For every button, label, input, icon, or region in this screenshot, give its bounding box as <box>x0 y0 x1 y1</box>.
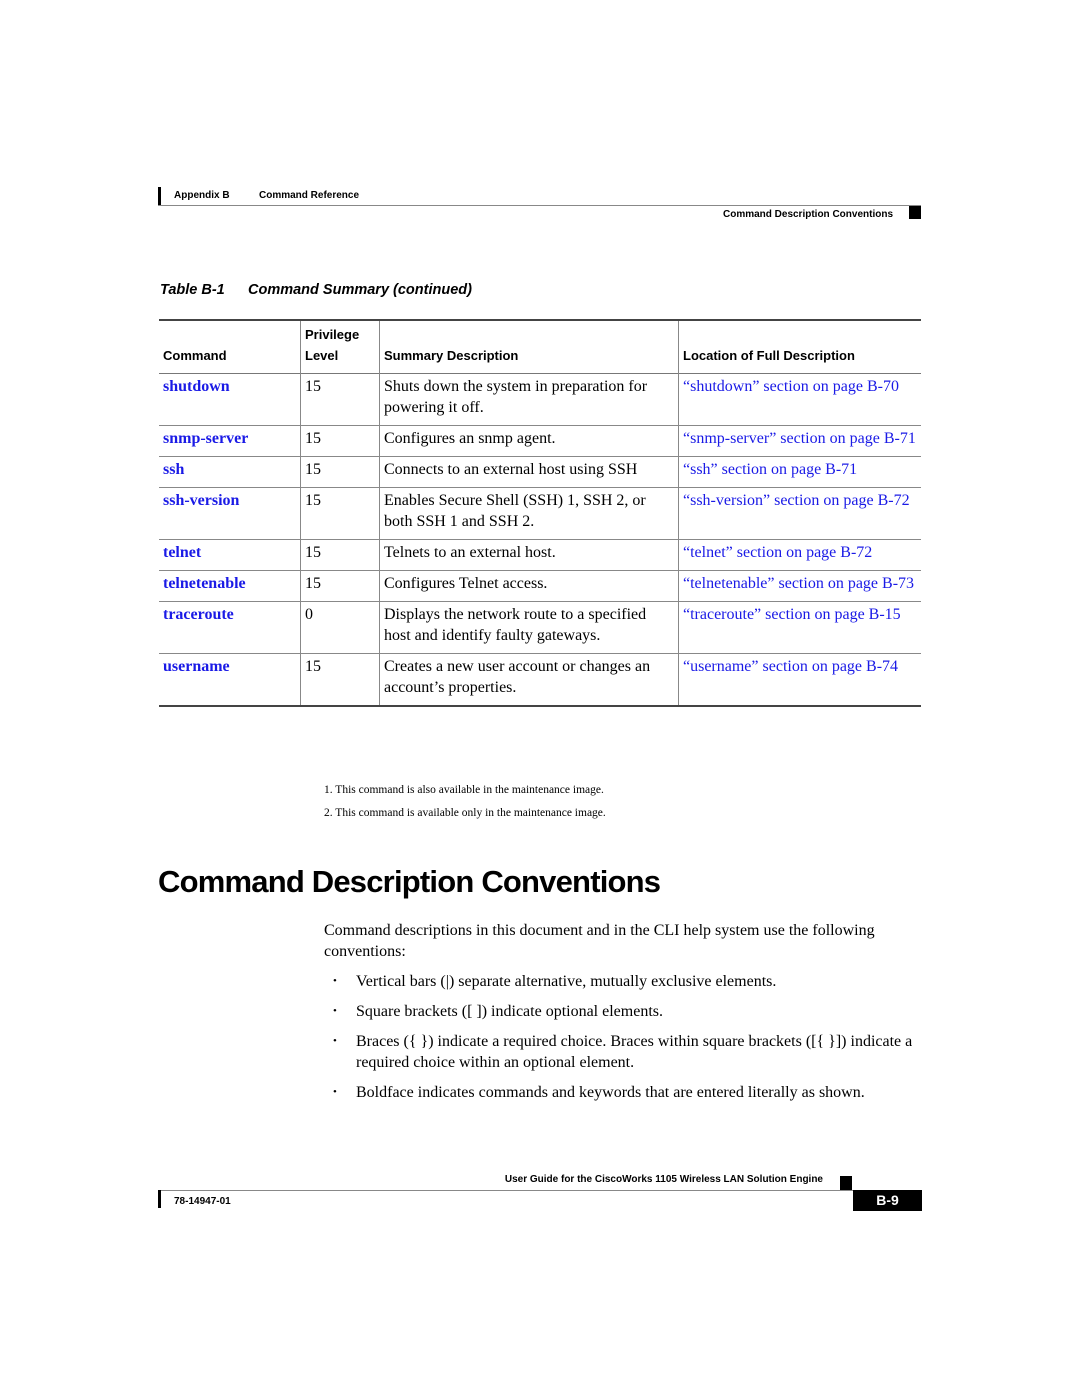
footnote-2: 2. This command is available only in the… <box>324 807 606 819</box>
privilege-level: 15 <box>300 425 380 457</box>
privilege-level: 15 <box>300 487 380 540</box>
summary-description: Connects to an external host using SSH <box>379 456 679 488</box>
list-item: • Braces ({ }) indicate a required choice… <box>324 1031 924 1073</box>
command-link-ssh[interactable]: ssh <box>159 457 301 488</box>
command-link-telnetenable[interactable]: telnetenable <box>159 571 301 602</box>
command-link-telnet[interactable]: telnet <box>159 540 301 571</box>
header-rule <box>158 205 921 206</box>
location-link-text[interactable]: “snmp-server” section on page B-71 <box>683 430 916 447</box>
footer-doc-number: 78-14947-01 <box>174 1196 231 1207</box>
privilege-level: 15 <box>300 539 380 571</box>
list-item-text: Braces ({ }) indicate a required choice.… <box>356 1033 913 1071</box>
location-link[interactable]: “telnet” section on page B-72 <box>678 539 921 571</box>
list-item: • Boldface indicates commands and keyword… <box>324 1082 924 1103</box>
location-link-text[interactable]: “ssh-version” section on page B-72 <box>683 492 910 509</box>
summary-description: Shuts down the system in preparation for… <box>379 373 679 426</box>
section-title: Command Description Conventions <box>158 864 661 899</box>
privilege-level: 0 <box>300 601 380 654</box>
location-link[interactable]: “shutdown” section on page B-70 <box>678 373 921 426</box>
list-item-text: Square brackets ([ ]) indicate optional … <box>356 1003 663 1020</box>
table-row: ssh 15 Connects to an external host usin… <box>159 456 921 488</box>
header-marker <box>909 206 921 219</box>
location-link[interactable]: “ssh” section on page B-71 <box>678 456 921 488</box>
location-link-text[interactable]: “traceroute” section on page B-15 <box>683 606 901 623</box>
footer-rule <box>158 1190 853 1191</box>
table-caption-number: Table B-1 <box>160 282 225 298</box>
command-summary-table: Command Privilege Level Summary Descript… <box>159 319 921 707</box>
table-row: traceroute 0 Displays the network route … <box>159 601 921 654</box>
header-section: Command Description Conventions <box>722 209 893 220</box>
location-link-text[interactable]: “telnet” section on page B-72 <box>683 544 872 561</box>
table-row: shutdown 15 Shuts down the system in pre… <box>159 373 921 426</box>
conventions-list: • Vertical bars (|) separate alternative,… <box>324 971 924 1112</box>
location-link-text[interactable]: “username” section on page B-74 <box>683 658 898 675</box>
bullet-icon: • <box>333 1005 337 1017</box>
table-row: username 15 Creates a new user account o… <box>159 653 921 707</box>
summary-description: Displays the network route to a specifie… <box>379 601 679 654</box>
header-chapter: Command Reference <box>259 190 360 201</box>
command-link-ssh-version[interactable]: ssh-version <box>159 488 301 540</box>
header-appendix: Appendix B <box>174 190 230 201</box>
location-link-text[interactable]: “telnetenable” section on page B-73 <box>683 575 914 592</box>
command-link-traceroute[interactable]: traceroute <box>159 602 301 654</box>
command-link-shutdown[interactable]: shutdown <box>159 374 301 426</box>
footnote-1: 1. This command is also available in the… <box>324 784 604 796</box>
column-header-privilege-level: Privilege Level <box>300 320 380 374</box>
location-link[interactable]: “telnetenable” section on page B-73 <box>678 570 921 602</box>
footer-guide-title: User Guide for the CiscoWorks 1105 Wirel… <box>504 1174 823 1185</box>
header-bar <box>158 187 161 206</box>
summary-description: Configures an snmp agent. <box>379 425 679 457</box>
list-item: • Square brackets ([ ]) indicate optional… <box>324 1001 924 1022</box>
bullet-icon: • <box>333 975 337 987</box>
section-intro: Command descriptions in this document an… <box>324 922 875 960</box>
list-item: • Vertical bars (|) separate alternative,… <box>324 971 924 992</box>
privilege-level: 15 <box>300 653 380 706</box>
table-row: snmp-server 15 Configures an snmp agent.… <box>159 425 921 457</box>
column-header-summary: Summary Description <box>379 320 679 374</box>
column-header-privilege-line1: Privilege <box>305 327 360 342</box>
privilege-level: 15 <box>300 373 380 426</box>
bullet-icon: • <box>333 1086 337 1098</box>
table-caption: Table B-1 Command Summary (continued) <box>160 282 472 298</box>
summary-description: Telnets to an external host. <box>379 539 679 571</box>
footer-bar <box>158 1190 161 1208</box>
location-link[interactable]: “snmp-server” section on page B-71 <box>678 425 921 457</box>
column-header-command: Command <box>163 348 227 363</box>
command-link-snmp-server[interactable]: snmp-server <box>159 426 301 457</box>
table-caption-title: Command Summary (continued) <box>248 282 472 298</box>
list-item-text: Boldface indicates commands and keywords… <box>356 1084 865 1101</box>
bullet-icon: • <box>333 1035 337 1047</box>
location-link[interactable]: “traceroute” section on page B-15 <box>678 601 921 654</box>
summary-description: Enables Secure Shell (SSH) 1, SSH 2, or … <box>379 487 679 540</box>
location-link-text[interactable]: “ssh” section on page B-71 <box>683 461 857 478</box>
table-header-row: Command Privilege Level Summary Descript… <box>159 320 921 374</box>
footer-marker <box>840 1176 852 1190</box>
location-link-text[interactable]: “shutdown” section on page B-70 <box>683 378 899 395</box>
privilege-level: 15 <box>300 456 380 488</box>
privilege-level: 15 <box>300 570 380 602</box>
location-link[interactable]: “ssh-version” section on page B-72 <box>678 487 921 540</box>
table-row: ssh-version 15 Enables Secure Shell (SSH… <box>159 487 921 540</box>
list-item-text: Vertical bars (|) separate alternative, … <box>356 973 777 990</box>
summary-description: Configures Telnet access. <box>379 570 679 602</box>
column-header-privilege-line2: Level <box>305 348 339 363</box>
column-header-location: Location of Full Description <box>678 320 921 374</box>
table-row: telnetenable 15 Configures Telnet access… <box>159 570 921 602</box>
page-number-badge: B-9 <box>853 1190 922 1211</box>
command-link-username[interactable]: username <box>159 654 301 707</box>
table-row: telnet 15 Telnets to an external host. “… <box>159 539 921 571</box>
summary-description: Creates a new user account or changes an… <box>379 653 679 706</box>
location-link[interactable]: “username” section on page B-74 <box>678 653 921 706</box>
